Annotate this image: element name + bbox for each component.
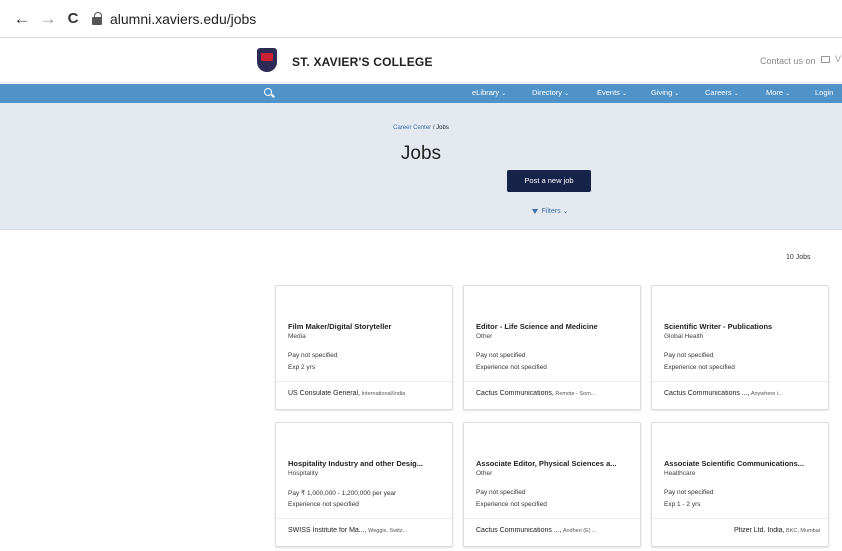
nav-item-elibrary[interactable]: eLibrary ⌄ [472, 88, 506, 97]
back-icon[interactable]: ← [12, 9, 32, 29]
job-experience: Experience not specified [664, 364, 735, 371]
job-experience: Exp 2 yrs [288, 364, 316, 371]
nav-item-more[interactable]: More ⌄ [766, 88, 790, 97]
job-card[interactable]: Editor - Life Science and Medicine Other… [463, 285, 641, 410]
job-category: Hospitality [288, 470, 318, 477]
breadcrumb-career-center[interactable]: Career Center [393, 125, 431, 131]
job-card[interactable]: Associate Scientific Communications... H… [651, 422, 829, 547]
job-pay: Pay not specified [288, 352, 338, 359]
job-pay: Pay ₹ 1,000,000 - 1,200,000 per year [288, 490, 397, 497]
filter-icon [531, 209, 538, 214]
jobs-count: 10 Jobs [786, 254, 811, 261]
job-card[interactable]: Associate Editor, Physical Sciences a...… [463, 422, 641, 547]
card-divider [652, 518, 828, 519]
main-navbar: eLibrary ⌄ Directory ⌄ Events ⌄ Giving ⌄ Car… [0, 84, 842, 103]
job-title[interactable]: Film Maker/Digital Storyteller [288, 322, 448, 331]
job-pay: Pay not specified [476, 352, 526, 359]
job-card[interactable]: Scientific Writer - Publications Global … [651, 285, 829, 410]
job-category: Other [476, 333, 493, 340]
mail-icon[interactable] [821, 56, 830, 63]
job-company: Cactus Communications ..., Anywhere i... [664, 390, 783, 397]
job-company: SWISS Institute for Ma..., Weggis, Switz… [288, 527, 408, 534]
job-pay: Pay not specified [476, 489, 526, 496]
contact-text: Contact us on [760, 56, 816, 66]
job-experience: Exp 1 - 2 yrs [664, 501, 701, 508]
nav-item-events[interactable]: Events ⌄ [597, 88, 627, 97]
job-title[interactable]: Scientific Writer - Publications [664, 322, 824, 331]
search-icon[interactable] [264, 88, 272, 96]
lock-icon [92, 12, 102, 25]
reload-icon[interactable]: C [63, 9, 83, 29]
forward-icon[interactable]: → [38, 9, 58, 29]
card-divider [276, 381, 452, 382]
job-company: US Consulate General, International/Indi… [288, 390, 406, 397]
breadcrumb-current: Jobs [436, 125, 449, 131]
browser-toolbar: ← → C alumni.xaviers.edu/jobs [0, 0, 842, 38]
job-title[interactable]: Associate Editor, Physical Sciences a... [476, 459, 636, 468]
card-divider [464, 518, 640, 519]
card-divider [276, 518, 452, 519]
post-new-job-button[interactable]: Post a new job [507, 170, 591, 192]
hero-banner [0, 103, 842, 230]
breadcrumb: Career Center / Jobs [393, 125, 449, 131]
card-divider [464, 381, 640, 382]
address-bar[interactable]: alumni.xaviers.edu/jobs [92, 9, 352, 30]
college-logo[interactable] [257, 48, 277, 72]
card-divider [652, 381, 828, 382]
job-company: Pfizer Ltd. India, BKC, Mumbai [733, 527, 820, 534]
nav-item-careers[interactable]: Careers ⌄ [705, 88, 739, 97]
filters-toggle[interactable]: Filters ⌄ [520, 207, 580, 215]
job-pay: Pay not specified [664, 489, 714, 496]
contact-cutoff: V [835, 54, 842, 64]
job-category: Global Health [664, 333, 704, 340]
college-name[interactable]: ST. XAVIER'S COLLEGE [292, 55, 433, 69]
job-title[interactable]: Hospitality Industry and other Desig... [288, 459, 448, 468]
job-category: Media [288, 333, 306, 340]
nav-item-login[interactable]: Login [815, 88, 833, 97]
job-pay: Pay not specified [664, 352, 714, 359]
nav-item-giving[interactable]: Giving ⌄ [651, 88, 679, 97]
page-title: Jobs [400, 143, 442, 164]
url-text: alumni.xaviers.edu/jobs [110, 11, 257, 27]
job-experience: Experience not specified [476, 364, 547, 371]
job-card[interactable]: Film Maker/Digital Storyteller Media Pay… [275, 285, 453, 410]
job-title[interactable]: Associate Scientific Communications... [664, 459, 824, 468]
job-company: Cactus Communications, Remote - Som... [476, 390, 596, 397]
job-experience: Experience not specified [288, 501, 359, 508]
nav-item-directory[interactable]: Directory ⌄ [532, 88, 569, 97]
job-company: Cactus Communications ..., Andheri (E) .… [476, 527, 597, 534]
job-title[interactable]: Editor - Life Science and Medicine [476, 322, 636, 331]
job-category: Healthcare [664, 470, 696, 477]
job-experience: Experience not specified [476, 501, 547, 508]
job-category: Other [476, 470, 493, 477]
job-card[interactable]: Hospitality Industry and other Desig... … [275, 422, 453, 547]
